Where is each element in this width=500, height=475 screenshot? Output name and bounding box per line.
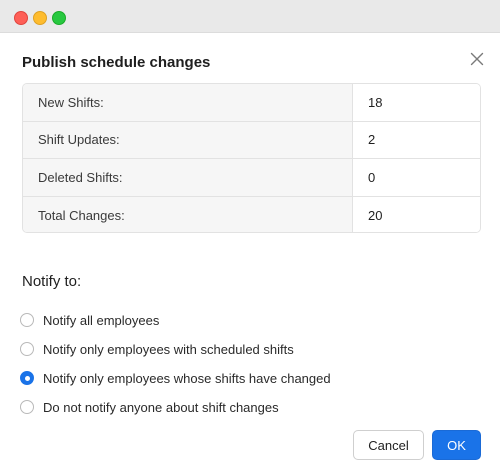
dialog-title: Publish schedule changes xyxy=(22,54,211,71)
summary-label: Shift Updates: xyxy=(23,121,353,158)
radio-label: Notify all employees xyxy=(43,312,160,328)
summary-value: 20 xyxy=(353,196,480,232)
notify-radio-group: Notify all employees Notify only employe… xyxy=(20,309,331,425)
notify-option-all[interactable]: Notify all employees xyxy=(20,309,331,331)
window-minimize-control[interactable] xyxy=(33,11,47,25)
summary-value: 18 xyxy=(353,84,480,121)
window-zoom-control[interactable] xyxy=(52,11,66,25)
close-icon xyxy=(470,52,484,66)
summary-label: New Shifts: xyxy=(23,84,353,121)
summary-row-total-changes: Total Changes: 20 xyxy=(23,196,480,232)
dialog-window: Publish schedule changes New Shifts: 18 … xyxy=(0,0,500,475)
radio-label: Notify only employees with scheduled shi… xyxy=(43,341,294,357)
cancel-button[interactable]: Cancel xyxy=(353,430,424,460)
notify-option-none[interactable]: Do not notify anyone about shift changes xyxy=(20,396,331,418)
summary-row-new-shifts: New Shifts: 18 xyxy=(23,84,480,122)
window-titlebar xyxy=(0,0,500,33)
radio-button[interactable] xyxy=(20,400,34,414)
radio-button-selected[interactable] xyxy=(20,371,34,385)
summary-row-shift-updates: Shift Updates: 2 xyxy=(23,121,480,159)
summary-row-deleted-shifts: Deleted Shifts: 0 xyxy=(23,159,480,197)
radio-button[interactable] xyxy=(20,313,34,327)
window-close-control[interactable] xyxy=(14,11,28,25)
notify-option-changed[interactable]: Notify only employees whose shifts have … xyxy=(20,367,331,389)
summary-label: Deleted Shifts: xyxy=(23,159,353,196)
changes-summary-table: New Shifts: 18 Shift Updates: 2 Deleted … xyxy=(22,83,481,233)
radio-label: Do not notify anyone about shift changes xyxy=(43,399,279,415)
radio-button[interactable] xyxy=(20,342,34,356)
radio-label: Notify only employees whose shifts have … xyxy=(43,370,331,386)
summary-label: Total Changes: xyxy=(23,196,353,232)
summary-value: 0 xyxy=(353,159,480,196)
close-button[interactable] xyxy=(466,48,488,70)
notify-option-scheduled[interactable]: Notify only employees with scheduled shi… xyxy=(20,338,331,360)
summary-value: 2 xyxy=(353,121,480,158)
ok-button[interactable]: OK xyxy=(432,430,481,460)
notify-heading: Notify to: xyxy=(22,273,82,290)
